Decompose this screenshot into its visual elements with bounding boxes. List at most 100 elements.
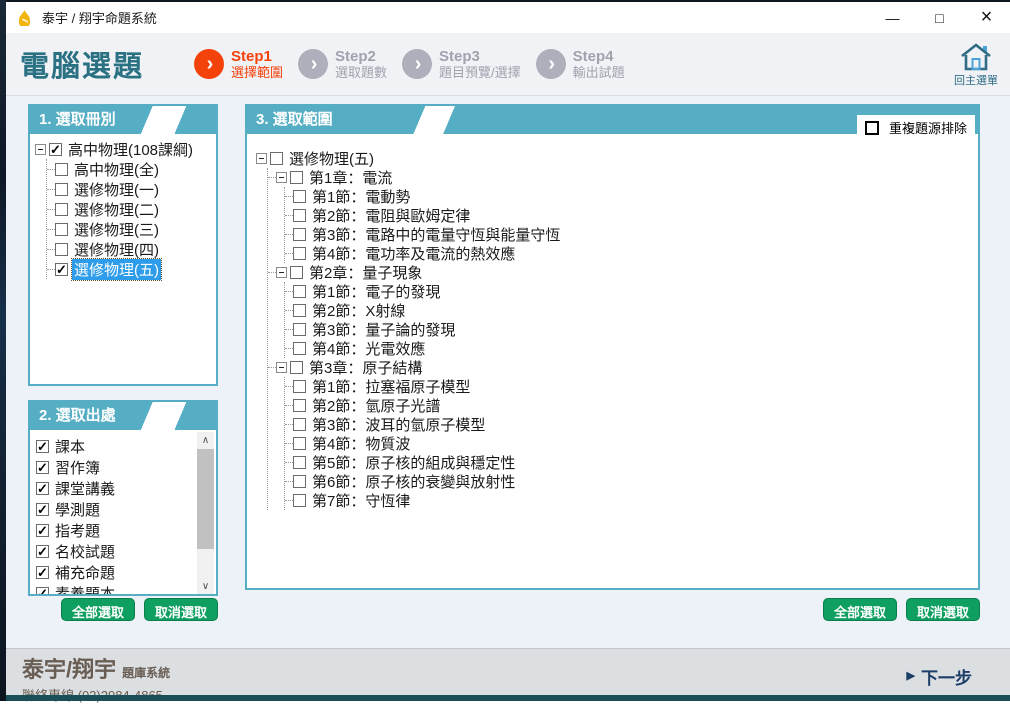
tree-item-label[interactable]: 選修物理(三) [72,219,161,240]
step-step2[interactable]: ›Step2選取題數 [298,48,387,80]
tree-connector [285,443,293,444]
checkbox[interactable]: ✓ [49,143,62,156]
tree-item-label[interactable]: 高中物理(108課綱) [66,139,195,160]
collapse-icon[interactable] [256,153,267,164]
tree-item-label[interactable]: 選修物理(一) [72,179,161,200]
checkbox[interactable] [290,171,303,184]
checkbox[interactable]: ✓ [36,587,49,594]
tree-item-label[interactable]: 第1章：電流 [307,167,394,188]
source-item-label[interactable]: 習作簿 [53,457,102,478]
close-button[interactable]: × [963,2,1010,33]
source-item-label[interactable]: 名校試題 [53,541,117,562]
tree-connector [285,500,293,501]
checkbox[interactable] [290,361,303,374]
home-button[interactable]: 回主選單 [954,42,998,87]
checkbox[interactable] [293,380,306,393]
checkbox[interactable] [293,475,306,488]
source-deselect-button[interactable]: 取消選取 [144,598,218,621]
checkbox[interactable] [293,418,306,431]
tree-item-label[interactable]: 高中物理(全) [72,159,161,180]
source-item-label[interactable]: 學測題 [53,499,102,520]
tree-item-label[interactable]: 選修物理(四) [72,239,161,260]
panel-select-source: 2. 選取出處 ✓課本✓習作簿✓課堂講義✓學測題✓指考題✓名校試題✓補充命題✓素… [28,400,218,596]
checkbox[interactable]: ✓ [55,263,68,276]
step-step3[interactable]: ›Step3題目預覽/選擇 [402,48,521,80]
checkbox[interactable] [293,285,306,298]
checkbox[interactable] [290,266,303,279]
dedupe-checkbox[interactable] [865,121,879,135]
tree-item-label[interactable]: 第3節：波耳的氫原子模型 [310,414,487,435]
next-step-button[interactable]: ▶ 下一步 [907,664,972,689]
collapse-icon[interactable] [35,144,46,155]
tree-item-label[interactable]: 選修物理(二) [72,199,161,220]
tree-item-label[interactable]: 第4節：物質波 [310,433,412,454]
tree-item-label[interactable]: 第4節：光電效應 [310,338,427,359]
checkbox[interactable] [55,183,68,196]
tree-item-label[interactable]: 第4節：電功率及電流的熱效應 [310,243,517,264]
step-step1[interactable]: ›Step1選擇範圍 [194,48,283,80]
source-item-label[interactable]: 課堂講義 [53,478,117,499]
tree-item-label[interactable]: 第2節：電阻與歐姆定律 [310,205,472,226]
checkbox[interactable] [293,190,306,203]
collapse-icon[interactable] [276,172,287,183]
collapse-icon[interactable] [276,362,287,373]
checkbox[interactable] [293,456,306,469]
scroll-up-icon[interactable]: ∧ [197,432,214,448]
tree-item-label[interactable]: 選修物理(五) [287,148,376,169]
collapse-icon[interactable] [276,267,287,278]
checkbox[interactable] [293,228,306,241]
range-select-all-button[interactable]: 全部選取 [823,598,897,621]
checkbox[interactable] [293,304,306,317]
tree-item-label[interactable]: 選修物理(五) [72,259,161,280]
checkbox[interactable] [293,323,306,336]
checkbox[interactable]: ✓ [36,566,49,579]
checkbox[interactable] [55,203,68,216]
minimize-button[interactable]: — [869,2,916,33]
tree-item-label[interactable]: 第3章：原子結構 [307,357,424,378]
checkbox[interactable] [293,342,306,355]
section-item: 第3節：波耳的氫原子模型 [285,415,976,434]
dedupe-option[interactable]: 重複題源排除 [857,115,975,142]
source-select-all-button[interactable]: 全部選取 [61,598,135,621]
step-step4[interactable]: ›Step4輸出試題 [536,48,625,80]
checkbox[interactable]: ✓ [36,503,49,516]
tree-item-label[interactable]: 第3節：電路中的電量守恆與能量守恆 [310,224,562,245]
checkbox[interactable]: ✓ [36,461,49,474]
tree-item-label[interactable]: 第7節：守恆律 [310,490,412,511]
source-item: ✓ 名校試題 [36,541,214,562]
tree-item-label[interactable]: 第1節：電動勢 [310,186,412,207]
scrollbar-thumb[interactable] [197,449,214,549]
checkbox[interactable] [293,494,306,507]
source-item-label[interactable]: 補充命題 [53,562,117,583]
tree-item-label[interactable]: 第1節：電子的發現 [310,281,442,302]
checkbox[interactable]: ✓ [36,440,49,453]
tree-item-label[interactable]: 第3節：量子論的發現 [310,319,457,340]
scroll-down-icon[interactable]: ∨ [197,578,214,594]
scrollbar[interactable]: ∧ ∨ [197,432,214,594]
checkbox[interactable] [293,209,306,222]
panel-select-volume-title: 1. 選取冊別 [39,111,116,128]
tree-item-label[interactable]: 第2節：氫原子光譜 [310,395,442,416]
checkbox[interactable] [270,152,283,165]
checkbox[interactable] [55,223,68,236]
maximize-button[interactable]: □ [916,2,963,33]
range-deselect-button[interactable]: 取消選取 [906,598,980,621]
checkbox[interactable] [55,243,68,256]
tree-item-label[interactable]: 第5節：原子核的組成與穩定性 [310,452,517,473]
source-item-label[interactable]: 素養題本 [53,583,117,594]
checkbox[interactable] [293,247,306,260]
checkbox[interactable] [55,163,68,176]
checkbox[interactable] [293,399,306,412]
tree-item-label[interactable]: 第1節：拉塞福原子模型 [310,376,472,397]
tree-item-label[interactable]: 第2節：X射線 [310,300,407,321]
checkbox[interactable]: ✓ [36,545,49,558]
checkbox[interactable]: ✓ [36,524,49,537]
source-item-label[interactable]: 指考題 [53,520,102,541]
checkbox[interactable]: ✓ [36,482,49,495]
step-label: 選擇範圍 [231,65,283,80]
checkbox[interactable] [293,437,306,450]
tree-item-label[interactable]: 第2章：量子現象 [307,262,424,283]
tree-item-label[interactable]: 第6節：原子核的衰變與放射性 [310,471,517,492]
source-item-label[interactable]: 課本 [53,436,87,457]
section-item: 第3節：量子論的發現 [285,320,976,339]
